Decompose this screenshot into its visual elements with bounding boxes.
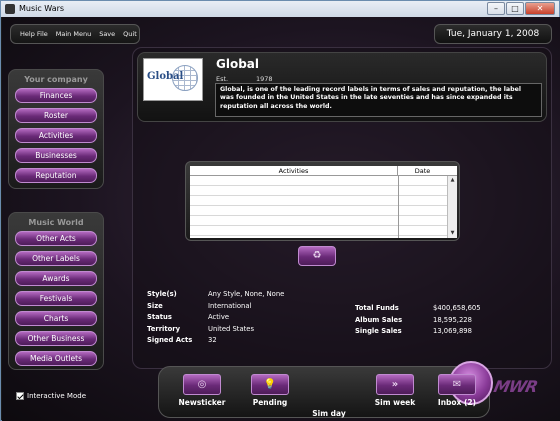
lightbulb-icon: 💡: [251, 374, 289, 395]
company-logo: Global: [143, 58, 203, 101]
activities-column-header[interactable]: Activities: [190, 166, 398, 176]
total-funds-value: $400,658,605: [433, 304, 481, 312]
window-controls: – □ ✕: [487, 2, 555, 15]
help-file-menu-item[interactable]: Help File: [20, 30, 48, 38]
total-funds-label: Total Funds: [355, 304, 399, 312]
interactive-mode-toggle[interactable]: Interactive Mode: [16, 392, 86, 400]
activities-button[interactable]: Activities: [15, 128, 97, 143]
other-acts-button[interactable]: Other Acts: [15, 231, 97, 246]
single-sales-label: Single Sales: [355, 327, 402, 335]
interactive-mode-checkbox[interactable]: [16, 392, 24, 400]
reputation-button[interactable]: Reputation: [15, 168, 97, 183]
style-value: Any Style, None, None: [208, 290, 285, 298]
app-window: Music Wars – □ ✕ Help File Main Menu Sav…: [0, 0, 560, 421]
game-area: Help File Main Menu Save Quit Tue, Janua…: [2, 17, 560, 421]
pending-label: Pending: [252, 398, 288, 407]
action-bar: ◎ Newsticker 💡 Pending › Sim day » Sim w…: [158, 361, 493, 418]
newsticker-button[interactable]: ◎ Newsticker: [177, 374, 227, 407]
recycle-icon: ♻: [312, 250, 322, 261]
activities-table-frame: Activities Date ▲ ▼: [185, 161, 460, 241]
music-world-header: Music World: [28, 218, 84, 227]
fast-forward-icon: »: [376, 374, 414, 395]
logo-wordmark: Global: [147, 71, 184, 82]
stats-right-labels: Total Funds Album Sales Single Sales: [355, 303, 402, 338]
territory-label: Territory: [147, 324, 181, 333]
minimize-button[interactable]: –: [487, 2, 505, 15]
other-labels-button[interactable]: Other Labels: [15, 251, 97, 266]
signed-acts-value: 32: [208, 336, 217, 344]
sim-day-label: Sim day: [312, 409, 346, 418]
status-label: Status: [147, 313, 172, 321]
media-outlets-button[interactable]: Media Outlets: [15, 351, 97, 366]
newsticker-label: Newsticker: [178, 398, 226, 407]
your-company-header: Your company: [24, 75, 88, 84]
date-column-header[interactable]: Date: [398, 166, 447, 176]
company-description: Global, is one of the leading record lab…: [215, 83, 542, 117]
quit-menu-item[interactable]: Quit: [123, 30, 137, 38]
stats-left-labels: Style(s) Size Status Territory Signed Ac…: [147, 289, 192, 347]
title-bar: Music Wars – □ ✕: [1, 1, 559, 17]
festivals-button[interactable]: Festivals: [15, 291, 97, 306]
sim-day-button[interactable]: › Sim day: [301, 361, 493, 418]
stats-right-values: $400,658,605 18,595,228 13,069,898: [433, 303, 481, 338]
close-button[interactable]: ✕: [525, 2, 555, 15]
activities-scrollbar[interactable]: ▲ ▼: [447, 176, 457, 238]
inbox-button[interactable]: ✉ Inbox (2): [431, 374, 483, 407]
stats-left-values: Any Style, None, None International Acti…: [208, 289, 284, 347]
scroll-down-icon[interactable]: ▼: [448, 229, 457, 238]
other-business-button[interactable]: Other Business: [15, 331, 97, 346]
recycle-button[interactable]: ♻: [298, 246, 336, 266]
window-title: Music Wars: [19, 4, 65, 13]
roster-button[interactable]: Roster: [15, 108, 97, 123]
your-company-panel: Your company Finances Roster Activities …: [8, 69, 104, 189]
music-world-panel: Music World Other Acts Other Labels Awar…: [8, 212, 104, 370]
top-bar: Help File Main Menu Save Quit Tue, Janua…: [10, 24, 552, 46]
size-value: International: [208, 301, 252, 310]
company-detail-panel: Global Global Est. 1978 Global, is one o…: [132, 47, 552, 369]
maximize-button[interactable]: □: [506, 2, 524, 15]
pending-button[interactable]: 💡 Pending: [245, 374, 295, 407]
status-value: Active: [208, 313, 230, 321]
save-menu-item[interactable]: Save: [99, 30, 115, 38]
envelope-icon: ✉: [438, 374, 476, 395]
activities-rows: [190, 176, 447, 238]
signed-acts-label: Signed Acts: [147, 336, 193, 344]
globe-icon: ◎: [183, 374, 221, 395]
mwr-logo: MWR: [491, 377, 539, 396]
activities-table-header: Activities Date: [190, 166, 457, 176]
sim-week-button[interactable]: » Sim week: [369, 374, 421, 407]
style-label: Style(s): [147, 290, 177, 298]
single-sales-value: 13,069,898: [433, 327, 472, 335]
interactive-mode-label: Interactive Mode: [27, 392, 87, 400]
current-date: Tue, January 1, 2008: [434, 24, 552, 44]
size-label: Size: [147, 301, 163, 310]
awards-button[interactable]: Awards: [15, 271, 97, 286]
finances-button[interactable]: Finances: [15, 88, 97, 103]
company-name: Global: [216, 57, 260, 71]
sim-week-label: Sim week: [374, 398, 416, 407]
inbox-label: Inbox (2): [437, 398, 477, 407]
album-sales-value: 18,595,228: [433, 315, 472, 324]
territory-value: United States: [208, 324, 255, 333]
established-label: Est.: [216, 75, 229, 83]
businesses-button[interactable]: Businesses: [15, 148, 97, 163]
album-sales-label: Album Sales: [355, 315, 403, 324]
company-header: Global Global Est. 1978 Global, is one o…: [137, 52, 547, 122]
app-icon: [5, 4, 15, 14]
activities-table[interactable]: Activities Date ▲ ▼: [190, 166, 457, 238]
main-menu-menu-item[interactable]: Main Menu: [56, 30, 91, 38]
established-year: 1978: [256, 75, 273, 83]
file-menu: Help File Main Menu Save Quit: [10, 24, 140, 44]
scroll-up-icon[interactable]: ▲: [448, 176, 457, 185]
charts-button[interactable]: Charts: [15, 311, 97, 326]
